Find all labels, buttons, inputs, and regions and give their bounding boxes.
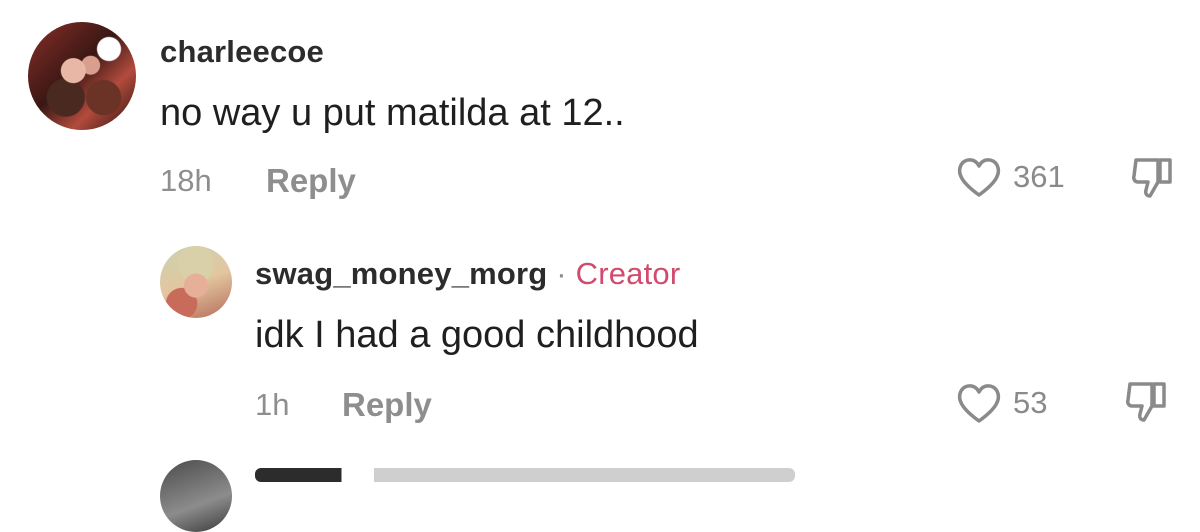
- like-count: 361: [1013, 159, 1065, 194]
- thumbs-down-icon: [1132, 158, 1172, 198]
- avatar[interactable]: [160, 246, 232, 318]
- avatar[interactable]: [28, 22, 136, 130]
- dislike-button[interactable]: [1122, 378, 1170, 431]
- dislike-button[interactable]: [1128, 154, 1176, 207]
- comment-text: no way u put matilda at 12..: [160, 92, 625, 134]
- reply-header: swag_money_morg · Creator: [255, 256, 680, 292]
- reply-username[interactable]: swag_money_morg: [255, 256, 547, 291]
- separator-dot: ·: [556, 256, 567, 291]
- avatar[interactable]: [160, 460, 232, 532]
- heart-outline-icon: [957, 158, 1001, 197]
- like-button[interactable]: 361: [955, 155, 1065, 199]
- reply-timestamp: 1h: [255, 387, 290, 422]
- reply-text: idk I had a good childhood: [255, 314, 699, 356]
- comment-username[interactable]: charleecoe: [160, 34, 324, 70]
- like-button[interactable]: 53: [955, 381, 1047, 425]
- reply-button[interactable]: Reply: [266, 162, 356, 200]
- comment-timestamp: 18h: [160, 163, 212, 198]
- thumbs-down-icon: [1126, 382, 1166, 422]
- reply-button[interactable]: Reply: [342, 386, 432, 424]
- creator-badge: Creator: [575, 256, 681, 291]
- like-count: 53: [1013, 385, 1048, 420]
- heart-outline-icon: [957, 384, 1001, 423]
